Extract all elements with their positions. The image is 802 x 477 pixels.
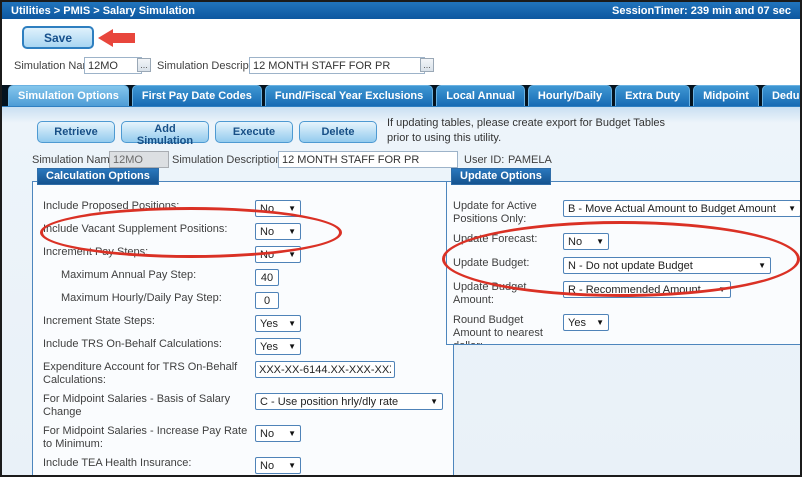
increment-pay-steps-select[interactable]: No▼	[255, 246, 301, 263]
form-row: Round Budget Amount to nearest dollar: Y…	[447, 314, 802, 344]
field-label: Update Budget Amount:	[453, 281, 563, 307]
simulation-name-lookup-button[interactable]: ...	[137, 58, 151, 72]
chevron-down-icon: ▼	[596, 237, 604, 246]
save-button[interactable]: Save	[22, 26, 94, 49]
midpoint-increase-pay-rate-to-minimum-select[interactable]: No▼	[255, 425, 301, 442]
midpoint-basis-of-salary-change-select[interactable]: C - Use position hrly/dly rate▼	[255, 393, 443, 410]
tab-fund-fiscal-year-exclusions[interactable]: Fund/Fiscal Year Exclusions	[265, 85, 433, 106]
form-row: Maximum Annual Pay Step:	[33, 269, 453, 286]
form-row: Update Budget: N - Do not update Budget▼	[447, 257, 802, 274]
increment-state-steps-select[interactable]: Yes▼	[255, 315, 301, 332]
calculation-options-groupbox: Calculation Options Include Proposed Pos…	[32, 181, 454, 477]
field-label: Increment State Steps:	[43, 315, 255, 328]
update-forecast-select[interactable]: No▼	[563, 233, 609, 250]
field-label: Include TEA Health Insurance:	[43, 457, 255, 470]
field-label: Update Budget:	[453, 257, 563, 270]
field-label: Maximum Annual Pay Step:	[43, 269, 255, 282]
update-options-groupbox: Update Options Update for Active Positio…	[446, 181, 802, 345]
simulation-description-lookup-button[interactable]: ...	[420, 58, 434, 72]
update-options-title: Update Options	[451, 168, 551, 185]
expenditure-account-trs-input[interactable]	[255, 361, 395, 378]
tab-strip: Simulation Options First Pay Date Codes …	[2, 85, 800, 106]
include-trs-on-behalf-calculations-select[interactable]: Yes▼	[255, 338, 301, 355]
form-row: Include Proposed Positions: No▼	[33, 200, 453, 217]
chevron-down-icon: ▼	[288, 461, 296, 470]
field-label: For Midpoint Salaries - Basis of Salary …	[43, 393, 255, 419]
budget-tables-notice: If updating tables, please create export…	[387, 116, 665, 146]
include-proposed-positions-select[interactable]: No▼	[255, 200, 301, 217]
form-row: Include Vacant Supplement Positions: No▼	[33, 223, 453, 240]
chevron-down-icon: ▼	[288, 319, 296, 328]
add-simulation-button[interactable]: Add Simulation	[121, 121, 209, 143]
app-window: Utilities > PMIS > Salary Simulation Ses…	[0, 0, 802, 477]
chevron-down-icon: ▼	[758, 261, 766, 270]
maximum-hourly-daily-pay-step-input[interactable]	[255, 292, 279, 309]
chevron-down-icon: ▼	[430, 397, 438, 406]
update-budget-select[interactable]: N - Do not update Budget▼	[563, 257, 771, 274]
form-row: Update Budget Amount: R - Recommended Am…	[447, 281, 802, 307]
form-row: For Midpoint Salaries - Increase Pay Rat…	[33, 425, 453, 451]
field-label: Round Budget Amount to nearest dollar:	[453, 314, 563, 344]
include-vacant-supplement-positions-select[interactable]: No▼	[255, 223, 301, 240]
breadcrumb: Utilities > PMIS > Salary Simulation	[11, 5, 195, 17]
session-timer: SessionTimer: 239 min and 07 sec	[612, 5, 791, 17]
field-label: Expenditure Account for TRS On-Behalf Ca…	[43, 361, 255, 387]
form-row: Maximum Hourly/Daily Pay Step:	[33, 292, 453, 309]
update-for-active-positions-only-select[interactable]: B - Move Actual Amount to Budget Amount▼	[563, 200, 801, 217]
tab-hourly-daily[interactable]: Hourly/Daily	[528, 85, 612, 106]
tab-first-pay-date-codes[interactable]: First Pay Date Codes	[132, 85, 262, 106]
update-budget-amount-select[interactable]: R - Recommended Amount▼	[563, 281, 731, 298]
chevron-down-icon: ▼	[288, 227, 296, 236]
form-simulation-description-label: Simulation Description:	[172, 154, 285, 166]
retrieve-button[interactable]: Retrieve	[37, 121, 115, 143]
user-id-value: PAMELA	[508, 154, 552, 166]
field-label: For Midpoint Salaries - Increase Pay Rat…	[43, 425, 255, 451]
form-row: For Midpoint Salaries - Basis of Salary …	[33, 393, 453, 419]
maximum-annual-pay-step-input[interactable]	[255, 269, 279, 286]
form-simulation-description-input[interactable]	[278, 151, 458, 168]
form-row: Include TRS On-Behalf Calculations: Yes▼	[33, 338, 453, 355]
field-label: Update Forecast:	[453, 233, 563, 246]
chevron-down-icon: ▼	[288, 342, 296, 351]
form-row: Increment State Steps: Yes▼	[33, 315, 453, 332]
chevron-down-icon: ▼	[596, 318, 604, 327]
include-tea-health-insurance-select[interactable]: No▼	[255, 457, 301, 474]
tab-deductions[interactable]: Deductions	[762, 85, 800, 106]
form-row: Expenditure Account for TRS On-Behalf Ca…	[33, 361, 453, 387]
tab-extra-duty[interactable]: Extra Duty	[615, 85, 690, 106]
user-id-label: User ID:	[464, 154, 504, 166]
form-simulation-name-input	[109, 151, 169, 168]
round-budget-amount-select[interactable]: Yes▼	[563, 314, 609, 331]
simulation-description-input[interactable]	[249, 57, 425, 74]
form-row: Include TEA Health Insurance: No▼	[33, 457, 453, 474]
execute-button[interactable]: Execute	[215, 121, 293, 143]
tab-midpoint[interactable]: Midpoint	[693, 85, 759, 106]
delete-button[interactable]: Delete	[299, 121, 377, 143]
annotation-arrow-icon	[98, 29, 113, 47]
top-bar: Utilities > PMIS > Salary Simulation Ses…	[2, 2, 800, 19]
form-row: Update Forecast: No▼	[447, 233, 802, 250]
tab-local-annual[interactable]: Local Annual	[436, 85, 525, 106]
chevron-down-icon: ▼	[288, 429, 296, 438]
form-row: Update for Active Positions Only: B - Mo…	[447, 200, 802, 226]
field-label: Increment Pay Steps:	[43, 246, 255, 259]
field-label: Include TRS On-Behalf Calculations:	[43, 338, 255, 351]
chevron-down-icon: ▼	[788, 204, 796, 213]
field-label: Maximum Hourly/Daily Pay Step:	[43, 292, 255, 305]
field-label: Include Proposed Positions:	[43, 200, 255, 213]
tab-simulation-options[interactable]: Simulation Options	[8, 85, 129, 106]
chevron-down-icon: ▼	[288, 204, 296, 213]
chevron-down-icon: ▼	[718, 285, 726, 294]
chevron-down-icon: ▼	[288, 250, 296, 259]
form-simulation-name-label: Simulation Name:	[32, 154, 119, 166]
form-row: Increment Pay Steps: No▼	[33, 246, 453, 263]
field-label: Update for Active Positions Only:	[453, 200, 563, 226]
simulation-name-input[interactable]	[84, 57, 142, 74]
calculation-options-title: Calculation Options	[37, 168, 159, 185]
field-label: Include Vacant Supplement Positions:	[43, 223, 255, 236]
annotation-arrow-body	[112, 33, 135, 43]
